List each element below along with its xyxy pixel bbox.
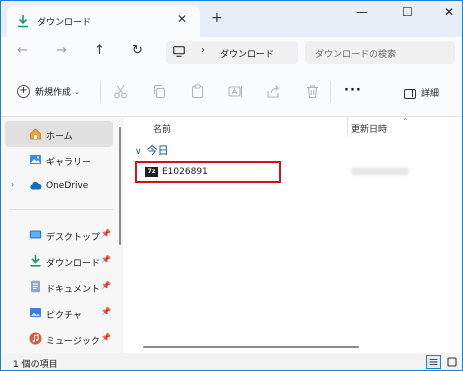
breadcrumb-downloads[interactable]: ダウンロード	[220, 47, 274, 60]
sidebar-item-documents[interactable]: ドキュメント 📌	[5, 274, 113, 300]
list-item[interactable]: 7z E1026891	[135, 161, 281, 183]
maximize-button[interactable]: ☐	[402, 5, 413, 19]
cut-icon[interactable]	[113, 84, 128, 99]
address-bar[interactable]: › ダウンロード	[166, 41, 298, 64]
7z-file-icon: 7z	[145, 167, 158, 177]
horizontal-scrollbar[interactable]	[143, 346, 359, 348]
status-bar: 1 個の項目	[1, 353, 462, 370]
tab-downloads[interactable]: ダウンロード ✕	[7, 6, 200, 37]
file-list: 名前 ⌃ 更新日時 ∨ 今日 7z E1026891	[123, 117, 462, 353]
sidebar-item-label: ホーム	[46, 132, 73, 142]
sort-caret-icon: ⌃	[402, 117, 409, 126]
back-button[interactable]: ←	[17, 43, 28, 58]
chevron-down-icon: ⌄	[74, 87, 80, 96]
title-bar: ダウンロード ✕ + — ☐ ✕	[1, 1, 462, 37]
sidebar-item-home[interactable]: ホーム	[5, 121, 113, 147]
minimize-button[interactable]: —	[356, 5, 368, 19]
details-pane-button[interactable]: 詳細	[404, 86, 439, 99]
pin-icon[interactable]: 📌	[101, 281, 111, 290]
sidebar-item-music[interactable]: ミュージック 📌	[5, 326, 113, 352]
sidebar-item-pictures[interactable]: ピクチャ 📌	[5, 300, 113, 326]
sidebar-item-label: OneDrive	[46, 181, 89, 191]
item-count: 1 個の項目	[13, 360, 58, 370]
music-icon	[29, 332, 42, 345]
navigation-pane: ホーム ギャラリー › OneDrive デスクトップ 📌 ダウンロード 📌 ド…	[1, 117, 121, 353]
command-bar: + 新規作成 ⌄ ··· 詳細	[1, 69, 462, 117]
sidebar-item-label: ミュージック	[46, 337, 100, 347]
pin-icon[interactable]: 📌	[101, 333, 111, 342]
delete-icon[interactable]	[305, 84, 320, 99]
column-header-name[interactable]: 名前	[153, 122, 171, 135]
group-header-today[interactable]: ∨ 今日	[135, 142, 169, 158]
sidebar-item-label: ギャラリー	[46, 158, 92, 168]
more-options-button[interactable]: ···	[344, 83, 362, 98]
divider	[330, 81, 331, 103]
home-icon	[30, 128, 41, 140]
divider	[100, 81, 101, 103]
computer-icon	[173, 46, 185, 57]
tab-title: ダウンロード	[37, 18, 92, 28]
sidebar-item-label: ダウンロード	[46, 259, 101, 269]
tiles-view-icon[interactable]	[445, 355, 460, 369]
desktop-icon	[29, 230, 42, 239]
copy-icon[interactable]	[152, 84, 167, 99]
column-divider[interactable]	[347, 117, 348, 137]
plus-icon: +	[17, 85, 30, 98]
gallery-icon	[30, 155, 41, 164]
file-name: E1026891	[162, 167, 208, 177]
new-tab-button[interactable]: +	[211, 10, 223, 26]
sidebar-item-label: ピクチャ	[46, 311, 82, 321]
pin-icon[interactable]: 📌	[101, 229, 111, 238]
sidebar-item-gallery[interactable]: ギャラリー	[5, 147, 113, 173]
sidebar-item-downloads[interactable]: ダウンロード 📌	[5, 248, 113, 274]
document-icon	[31, 280, 40, 293]
explorer-window: ダウンロード ✕ + — ☐ ✕ ← → ↑ ↻ › ダウンロード ダウンロード…	[0, 0, 463, 371]
pin-icon[interactable]: 📌	[101, 255, 111, 264]
rename-icon[interactable]	[228, 84, 243, 99]
chevron-down-icon: ∨	[135, 147, 142, 157]
cloud-icon	[30, 182, 42, 190]
sidebar-item-onedrive[interactable]: › OneDrive	[5, 173, 113, 199]
divider	[9, 209, 113, 210]
new-button[interactable]: + 新規作成 ⌄	[17, 85, 80, 98]
up-button[interactable]: ↑	[94, 43, 105, 58]
group-label: 今日	[146, 144, 169, 157]
paste-icon[interactable]	[190, 84, 205, 99]
chevron-right-icon[interactable]: ›	[11, 180, 14, 189]
redacted-modified-date	[351, 168, 409, 175]
sidebar-item-label: デスクトップ	[46, 233, 101, 243]
picture-icon	[30, 308, 41, 317]
pin-icon[interactable]: 📌	[101, 307, 111, 316]
new-button-label: 新規作成	[35, 88, 72, 98]
sidebar-item-desktop[interactable]: デスクトップ 📌	[5, 222, 113, 248]
refresh-button[interactable]: ↻	[132, 43, 143, 58]
share-icon[interactable]	[266, 84, 281, 99]
close-window-button[interactable]: ✕	[444, 5, 454, 19]
tab-close-icon[interactable]: ✕	[177, 12, 187, 26]
column-header-modified[interactable]: 更新日時	[351, 122, 387, 135]
forward-button[interactable]: →	[56, 43, 67, 58]
search-input[interactable]: ダウンロードの検索	[305, 41, 455, 64]
sidebar-scrollbar[interactable]	[119, 127, 121, 245]
download-icon	[30, 255, 41, 267]
address-row: ← → ↑ ↻ › ダウンロード ダウンロードの検索	[1, 37, 462, 69]
sidebar-item-label: ドキュメント	[46, 285, 101, 295]
download-icon	[18, 15, 28, 28]
breadcrumb-chevron-icon: ›	[201, 45, 205, 56]
search-placeholder: ダウンロードの検索	[315, 50, 397, 60]
details-view-icon[interactable]	[426, 355, 441, 369]
details-label: 詳細	[421, 89, 440, 99]
details-pane-icon	[404, 88, 416, 99]
